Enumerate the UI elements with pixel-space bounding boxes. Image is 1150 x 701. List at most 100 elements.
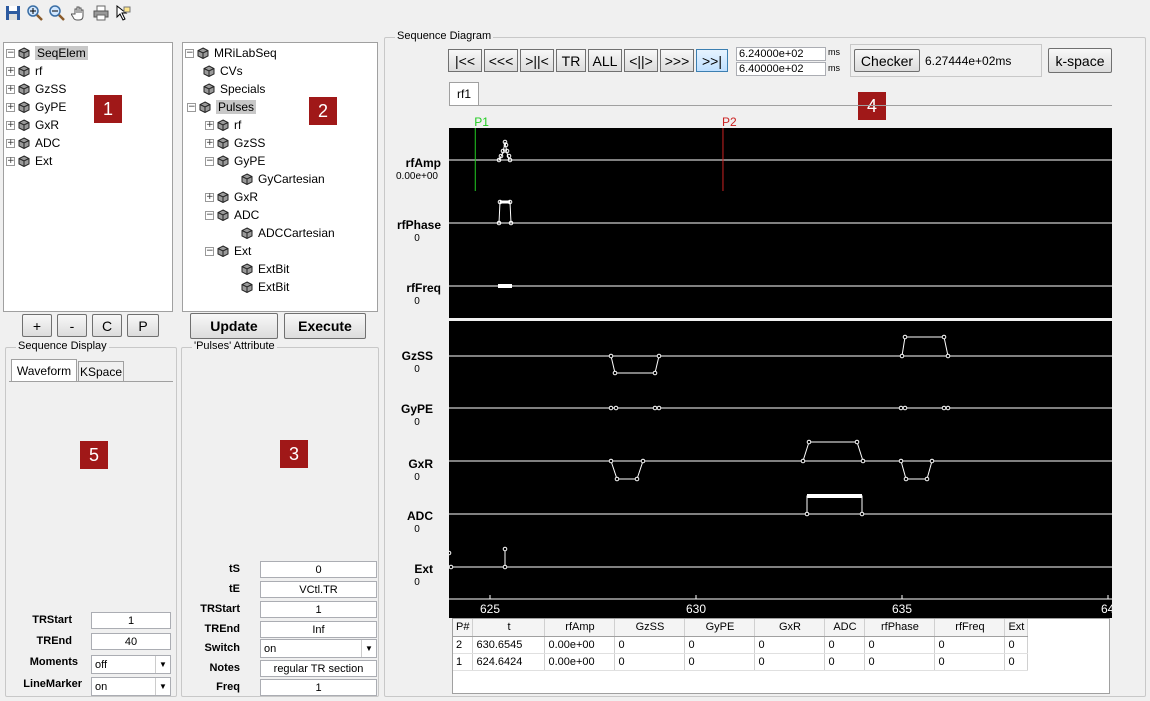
tree-node-cvs-label: CVs — [220, 64, 243, 78]
tree-node-cvs[interactable]: CVs — [203, 62, 243, 80]
gxr-lobe-1-point — [634, 476, 640, 482]
tree-node-adccartesian[interactable]: ADCCartesian — [241, 224, 335, 242]
zoom-out-range-button[interactable]: <||> — [624, 49, 658, 72]
tree-node-mrilabseq[interactable]: − MRiLabSeq — [185, 44, 277, 62]
tree-node-specials[interactable]: Specials — [203, 80, 265, 98]
prev-tr-button[interactable]: <<< — [484, 49, 518, 72]
rf-plot[interactable]: P1 P2 — [449, 105, 1112, 318]
tree-node-gxr[interactable]: + GxR — [205, 188, 258, 206]
tree-node-seqelem[interactable]: − SeqElem — [6, 44, 88, 62]
expand-icon[interactable]: + — [205, 138, 214, 148]
tree-node-ext[interactable]: + Ext — [6, 152, 52, 170]
gzss-lobe-2-point — [902, 334, 908, 340]
attr-trend-field[interactable]: Inf — [260, 621, 377, 638]
table-header: t — [472, 619, 546, 637]
checker-button[interactable]: Checker — [854, 49, 920, 72]
marker-p1-label: P1 — [474, 115, 489, 129]
collapse-icon[interactable]: − — [187, 102, 196, 112]
tree-node-extbit[interactable]: ExtBit — [241, 260, 289, 278]
attr-notes-field[interactable]: regular TR section — [260, 660, 377, 677]
expand-icon[interactable]: + — [6, 138, 15, 148]
last-tr-button[interactable]: >>| — [696, 49, 728, 72]
cursor-icon[interactable] — [114, 4, 132, 22]
time-tick-label: 625 — [480, 602, 500, 616]
attr-switch-select[interactable]: on ▼ — [260, 639, 377, 658]
time-end-field[interactable]: 6.40000e+02 — [736, 62, 826, 76]
first-tr-button[interactable]: |<< — [448, 49, 482, 72]
remove-node-button[interactable]: - — [57, 314, 87, 337]
tab-rf1[interactable]: rf1 — [449, 82, 479, 105]
add-node-button[interactable]: + — [22, 314, 52, 337]
kspace-button[interactable]: k-space — [1048, 48, 1112, 73]
tree-node-gype[interactable]: − GyPE — [205, 152, 265, 170]
cube-icon — [217, 245, 229, 257]
tree-node-pulses[interactable]: − Pulses — [187, 98, 257, 116]
zoom-out-icon[interactable] — [48, 4, 66, 22]
expand-icon[interactable]: + — [6, 102, 15, 112]
tree-node-rf[interactable]: + rf — [6, 62, 42, 80]
update-button[interactable]: Update — [190, 313, 278, 339]
execute-button[interactable]: Execute — [284, 313, 366, 339]
tab-kspace[interactable]: KSpace — [78, 361, 124, 381]
attr-ts-field[interactable]: 0 — [260, 561, 377, 578]
chevron-down-icon: ▼ — [361, 640, 376, 657]
tree-node-ext[interactable]: − Ext — [205, 242, 251, 260]
expand-icon[interactable]: + — [6, 120, 15, 130]
all-button[interactable]: ALL — [588, 49, 622, 72]
gradient-plot[interactable]: 625 630 635 64 — [449, 321, 1112, 618]
expand-icon[interactable]: + — [6, 84, 15, 94]
collapse-icon[interactable]: − — [205, 210, 214, 220]
print-icon[interactable] — [92, 4, 110, 22]
pan-hand-icon[interactable] — [70, 4, 88, 22]
sequence-diagram-group: Sequence Diagram |<< <<< >||< TR ALL <||> >>> >… — [384, 30, 1146, 697]
tree-node-gycartesian[interactable]: GyCartesian — [241, 170, 325, 188]
attr-ts-label: tS — [229, 563, 240, 575]
save-icon[interactable] — [4, 4, 22, 22]
moments-select[interactable]: off ▼ — [91, 655, 171, 674]
tab-waveform[interactable]: Waveform — [11, 359, 77, 381]
table-row[interactable]: 2 630.6545 0.00e+00 0 0 0 0 0 0 0 — [453, 636, 1029, 654]
tree-node-gzss[interactable]: + GzSS — [6, 80, 66, 98]
tree-node-gzss-label: GzSS — [35, 82, 67, 96]
zoom-in-icon[interactable] — [26, 4, 44, 22]
table-header: ADC — [824, 619, 866, 637]
attr-notes-label: Notes — [209, 662, 240, 674]
copy-node-button[interactable]: C — [92, 314, 122, 337]
gzss-lobe-1-point — [608, 353, 614, 359]
table-cell: 0 — [614, 636, 686, 654]
linemarker-select[interactable]: on ▼ — [91, 677, 171, 696]
collapse-icon[interactable]: − — [185, 48, 194, 58]
attr-freq-field[interactable]: 1 — [260, 679, 377, 696]
time-start-field[interactable]: 6.24000e+02 — [736, 47, 826, 61]
tree-node-adc[interactable]: − ADC — [205, 206, 259, 224]
trstart-label: TRStart — [32, 614, 72, 626]
tree-node-gzss[interactable]: + GzSS — [205, 134, 265, 152]
expand-icon[interactable]: + — [6, 66, 15, 76]
table-header: rfAmp — [544, 619, 616, 637]
tree-node-gype[interactable]: + GyPE — [6, 98, 66, 116]
paste-node-button[interactable]: P — [127, 314, 159, 337]
next-tr-button[interactable]: >>> — [660, 49, 694, 72]
tree-node-extbit[interactable]: ExtBit — [241, 278, 289, 296]
gype-point — [656, 405, 662, 411]
cube-icon — [197, 47, 209, 59]
collapse-icon[interactable]: − — [205, 156, 214, 166]
trstart-field[interactable]: 1 — [91, 612, 171, 629]
tree-node-gxr[interactable]: + GxR — [6, 116, 59, 134]
tree-node-adc[interactable]: + ADC — [6, 134, 60, 152]
expand-icon[interactable]: + — [205, 120, 214, 130]
tree-node-rf[interactable]: + rf — [205, 116, 241, 134]
tree-label-mrilabseq: MRiLabSeq — [214, 46, 277, 60]
table-row[interactable]: 1 624.6424 0.00e+00 0 0 0 0 0 0 0 — [453, 653, 1029, 671]
expand-icon[interactable]: + — [205, 192, 214, 202]
collapse-icon[interactable]: − — [6, 48, 15, 58]
collapse-icon[interactable]: − — [205, 246, 214, 256]
attr-trstart-field[interactable]: 1 — [260, 601, 377, 618]
table-cell: 2 — [453, 636, 474, 654]
tree-node-rf-label: rf — [234, 118, 242, 132]
trend-field[interactable]: 40 — [91, 633, 171, 650]
tr-button[interactable]: TR — [556, 49, 586, 72]
attr-te-field[interactable]: VCtl.TR — [260, 581, 377, 598]
zoom-in-range-button[interactable]: >||< — [520, 49, 554, 72]
expand-icon[interactable]: + — [6, 156, 15, 166]
